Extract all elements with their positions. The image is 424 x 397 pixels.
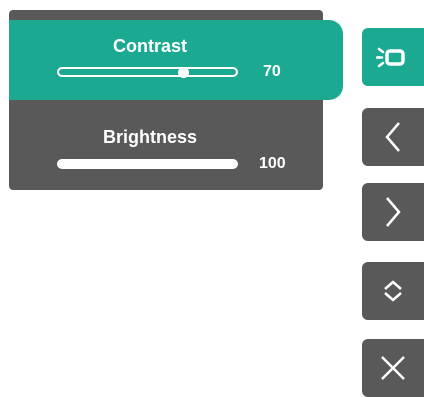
osd-menu-panel: Contrast 70 Brightness 100: [9, 10, 343, 190]
chevron-right-icon: [386, 197, 401, 227]
input-source-icon: [376, 47, 405, 68]
up-down-icon: [384, 280, 402, 302]
menu-item-contrast[interactable]: Contrast 70: [9, 10, 343, 100]
brightness-value: 100: [259, 155, 286, 172]
menu-item-label: Contrast: [112, 36, 187, 56]
menu-item-label: Brightness: [102, 127, 198, 147]
contrast-slider[interactable]: [57, 66, 238, 78]
menu-item-brightness[interactable]: Brightness 100: [9, 100, 323, 190]
close-button[interactable]: [362, 339, 424, 397]
chevron-left-icon: [385, 122, 400, 152]
close-icon: [381, 356, 405, 380]
up-down-button[interactable]: [362, 262, 424, 320]
active-row-highlight: [9, 20, 343, 100]
back-button[interactable]: [362, 108, 424, 166]
osd-screen: Contrast 70 Brightness 100: [0, 0, 424, 397]
brightness-slider-fill: [59, 161, 236, 167]
brightness-slider[interactable]: [57, 159, 238, 169]
input-source-button[interactable]: [362, 28, 424, 86]
forward-button[interactable]: [362, 183, 424, 241]
contrast-value: 70: [263, 63, 281, 80]
contrast-slider-thumb[interactable]: [177, 66, 189, 78]
